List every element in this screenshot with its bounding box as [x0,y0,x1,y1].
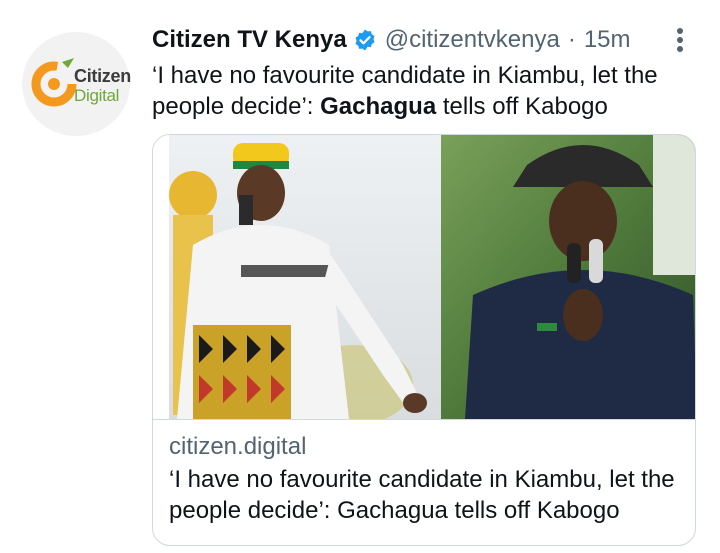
tweet-text-suffix: tells off Kabogo [436,93,608,120]
link-preview-card[interactable]: citizen.digital ‘I have no favourite can… [152,134,696,546]
logo-text-citizen: Citizen [74,66,131,86]
tweet-text-bold: Gachagua [320,93,437,120]
verified-badge-icon [355,29,375,51]
card-body: citizen.digital ‘I have no favourite can… [153,419,695,545]
logo-text-digital: Digital [74,86,120,105]
separator-dot: · [567,26,576,53]
card-domain: citizen.digital [169,433,307,460]
user-handle[interactable]: @citizentvkenya [385,26,560,54]
more-options-icon[interactable] [672,26,688,54]
timestamp[interactable]: 15m [584,26,631,54]
card-image [153,135,695,419]
tweet-text: ‘I have no favourite candidate in Kiambu… [152,60,712,122]
tweet-header: Citizen TV Kenya @citizentvkenya · 15m [152,22,631,58]
profile-avatar[interactable]: Citizen Digital [22,32,131,136]
card-title: ‘I have no favourite candidate in Kiambu… [169,466,675,524]
display-name[interactable]: Citizen TV Kenya [152,26,347,54]
